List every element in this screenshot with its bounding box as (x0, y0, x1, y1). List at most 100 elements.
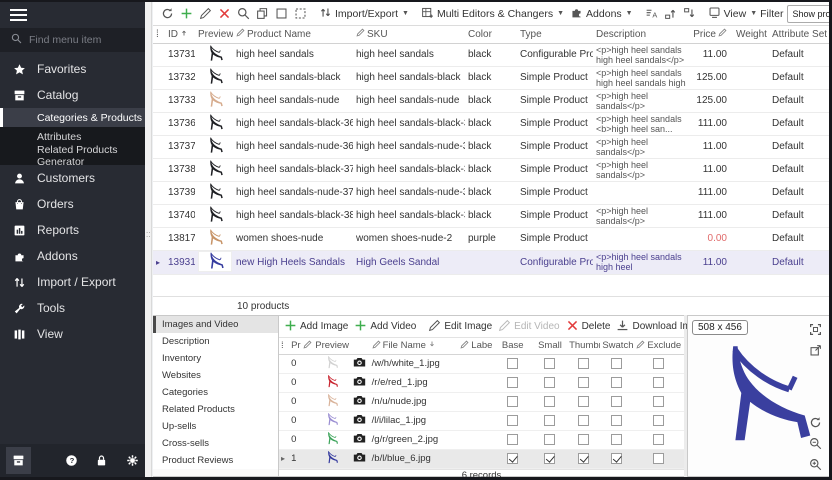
edit-image-button[interactable]: Edit Image (425, 316, 495, 338)
open-external-button[interactable] (807, 342, 823, 358)
sidebar-item-categories-products[interactable]: Categories & Products (0, 108, 145, 127)
sidebar-item-import-export[interactable]: Import / Export (0, 269, 145, 295)
filter-select[interactable]: Show products from selected categories▼ (787, 5, 829, 23)
checkbox[interactable] (578, 358, 589, 369)
expand-rows-button[interactable] (661, 3, 680, 25)
hamburger-menu-button[interactable] (0, 2, 145, 28)
tab-product-reviews[interactable]: Product Reviews (153, 452, 278, 469)
tab-websites[interactable]: Websites (153, 367, 278, 384)
tab-images-and-video[interactable]: Images and Video (153, 316, 278, 333)
checkbox[interactable] (544, 415, 555, 426)
product-row-13737[interactable]: 13737high heel sandals-nude-36high heel … (153, 135, 829, 158)
sidebar-item-addons[interactable]: Addons (0, 243, 145, 269)
search-button[interactable] (234, 3, 253, 25)
checkbox[interactable] (544, 377, 555, 388)
col-file-name[interactable]: File Name (370, 338, 459, 354)
col-type[interactable]: Type (517, 26, 593, 43)
checkbox[interactable] (611, 358, 622, 369)
image-row-white_1.jpg[interactable]: 0/w/h/white_1.jpg (279, 354, 684, 373)
col-swatch[interactable]: Swatch (600, 338, 633, 354)
refresh-button[interactable] (158, 3, 177, 25)
tab-inventory[interactable]: Inventory (153, 350, 278, 367)
col-weight[interactable]: Weight (733, 26, 769, 43)
col-price[interactable]: Price (693, 26, 733, 43)
edit-product-button[interactable] (196, 3, 215, 25)
zoom-in-button[interactable] (807, 456, 823, 472)
checkbox[interactable] (653, 434, 664, 445)
collapse-rows-button[interactable] (680, 3, 699, 25)
sidebar-item-orders[interactable]: Orders (0, 191, 145, 217)
image-row-lilac_1.jpg[interactable]: 0/l/i/lilac_1.jpg (279, 411, 684, 430)
sidebar-item-tools[interactable]: Tools (0, 295, 145, 321)
checkbox[interactable] (578, 415, 589, 426)
tab-cross-sells[interactable]: Cross-sells (153, 435, 278, 452)
tab-categories[interactable]: Categories (153, 384, 278, 401)
image-row-red_1.jpg[interactable]: 0/r/e/red_1.jpg (279, 373, 684, 392)
checkbox[interactable] (578, 396, 589, 407)
checkbox[interactable] (544, 434, 555, 445)
checkbox[interactable] (653, 358, 664, 369)
addons-menu[interactable]: Addons▼ (567, 3, 636, 25)
product-row-13736[interactable]: 13736high heel sandals-black-36high heel… (153, 112, 829, 135)
lock-button[interactable] (90, 447, 115, 474)
col-preview[interactable]: Preview (195, 26, 233, 43)
settings-button[interactable] (120, 447, 145, 474)
add-product-button[interactable] (177, 3, 196, 25)
product-row-13817[interactable]: 13817women shoes-nudewomen shoes-nude-2p… (153, 227, 829, 250)
sidebar-item-favorites[interactable]: Favorites (0, 56, 145, 82)
zoom-out-button[interactable] (807, 435, 823, 451)
checkbox[interactable] (653, 396, 664, 407)
tab-up-sells[interactable]: Up-sells (153, 418, 278, 435)
col-position[interactable]: Pr (289, 338, 313, 354)
sidebar-item-customers[interactable]: Customers (0, 165, 145, 191)
font-size-button[interactable]: A (642, 3, 661, 25)
checkbox[interactable] (578, 453, 589, 464)
checkbox[interactable] (611, 453, 622, 464)
tab-related-products[interactable]: Related Products (153, 401, 278, 418)
product-row-13731[interactable]: 13731high heel sandalshigh heel sandalsb… (153, 43, 829, 66)
checkbox[interactable] (507, 377, 518, 388)
sidebar-item-view[interactable]: View (0, 321, 145, 347)
multi-editors-menu[interactable]: Multi Editors & Changers▼ (418, 3, 567, 25)
checkbox[interactable] (544, 358, 555, 369)
rotate-button[interactable] (807, 414, 823, 430)
sidebar-item-related-products-generator[interactable]: Related Products Generator (0, 146, 145, 165)
product-row-13732[interactable]: 13732high heel sandals-blackhigh heel sa… (153, 66, 829, 89)
tab-description[interactable]: Description (153, 333, 278, 350)
add-video-button[interactable]: Add Video (351, 316, 419, 338)
checkbox[interactable] (507, 415, 518, 426)
col-id[interactable]: ID (165, 26, 195, 43)
image-row-blue_6.jpg[interactable]: ▸1/b/l/blue_6.jpg (279, 449, 684, 468)
checkbox[interactable] (578, 377, 589, 388)
col-product-name[interactable]: Product Name (233, 26, 353, 43)
checkbox[interactable] (507, 396, 518, 407)
col-base[interactable]: Base (493, 338, 533, 354)
vertical-splitter[interactable]: ⁚⁚ (145, 2, 152, 477)
checkbox[interactable] (653, 415, 664, 426)
checkbox[interactable] (544, 453, 555, 464)
image-row-green_2.jpg[interactable]: 0/g/r/green_2.jpg (279, 430, 684, 449)
product-row-13733[interactable]: 13733high heel sandals-nudehigh heel san… (153, 89, 829, 112)
col-img-preview[interactable]: Preview (313, 338, 349, 354)
sidebar-search[interactable]: Find menu item (0, 28, 145, 52)
checkbox[interactable] (507, 358, 518, 369)
checkbox[interactable] (507, 434, 518, 445)
checkbox[interactable] (578, 434, 589, 445)
checkbox-select-button[interactable] (272, 3, 291, 25)
image-row-nude.jpg[interactable]: 0/n/u/nude.jpg (279, 392, 684, 411)
col-color[interactable]: Color (465, 26, 517, 43)
sidebar-item-catalog[interactable]: Catalog (0, 82, 145, 108)
checkbox[interactable] (611, 377, 622, 388)
checkbox[interactable] (653, 377, 664, 388)
col-exclude[interactable]: Exclude (634, 338, 684, 354)
checkbox[interactable] (611, 415, 622, 426)
checkbox[interactable] (611, 434, 622, 445)
fit-screen-button[interactable] (807, 321, 823, 337)
delete-product-button[interactable] (215, 3, 234, 25)
col-description[interactable]: Description (593, 26, 693, 43)
col-sku[interactable]: SKU (353, 26, 465, 43)
duplicate-button[interactable] (253, 3, 272, 25)
import-export-menu[interactable]: Import/Export▼ (316, 3, 412, 25)
view-menu[interactable]: View▼ (705, 3, 761, 25)
product-row-13739[interactable]: 13739high heel sandals-nude-37high heel … (153, 181, 829, 204)
